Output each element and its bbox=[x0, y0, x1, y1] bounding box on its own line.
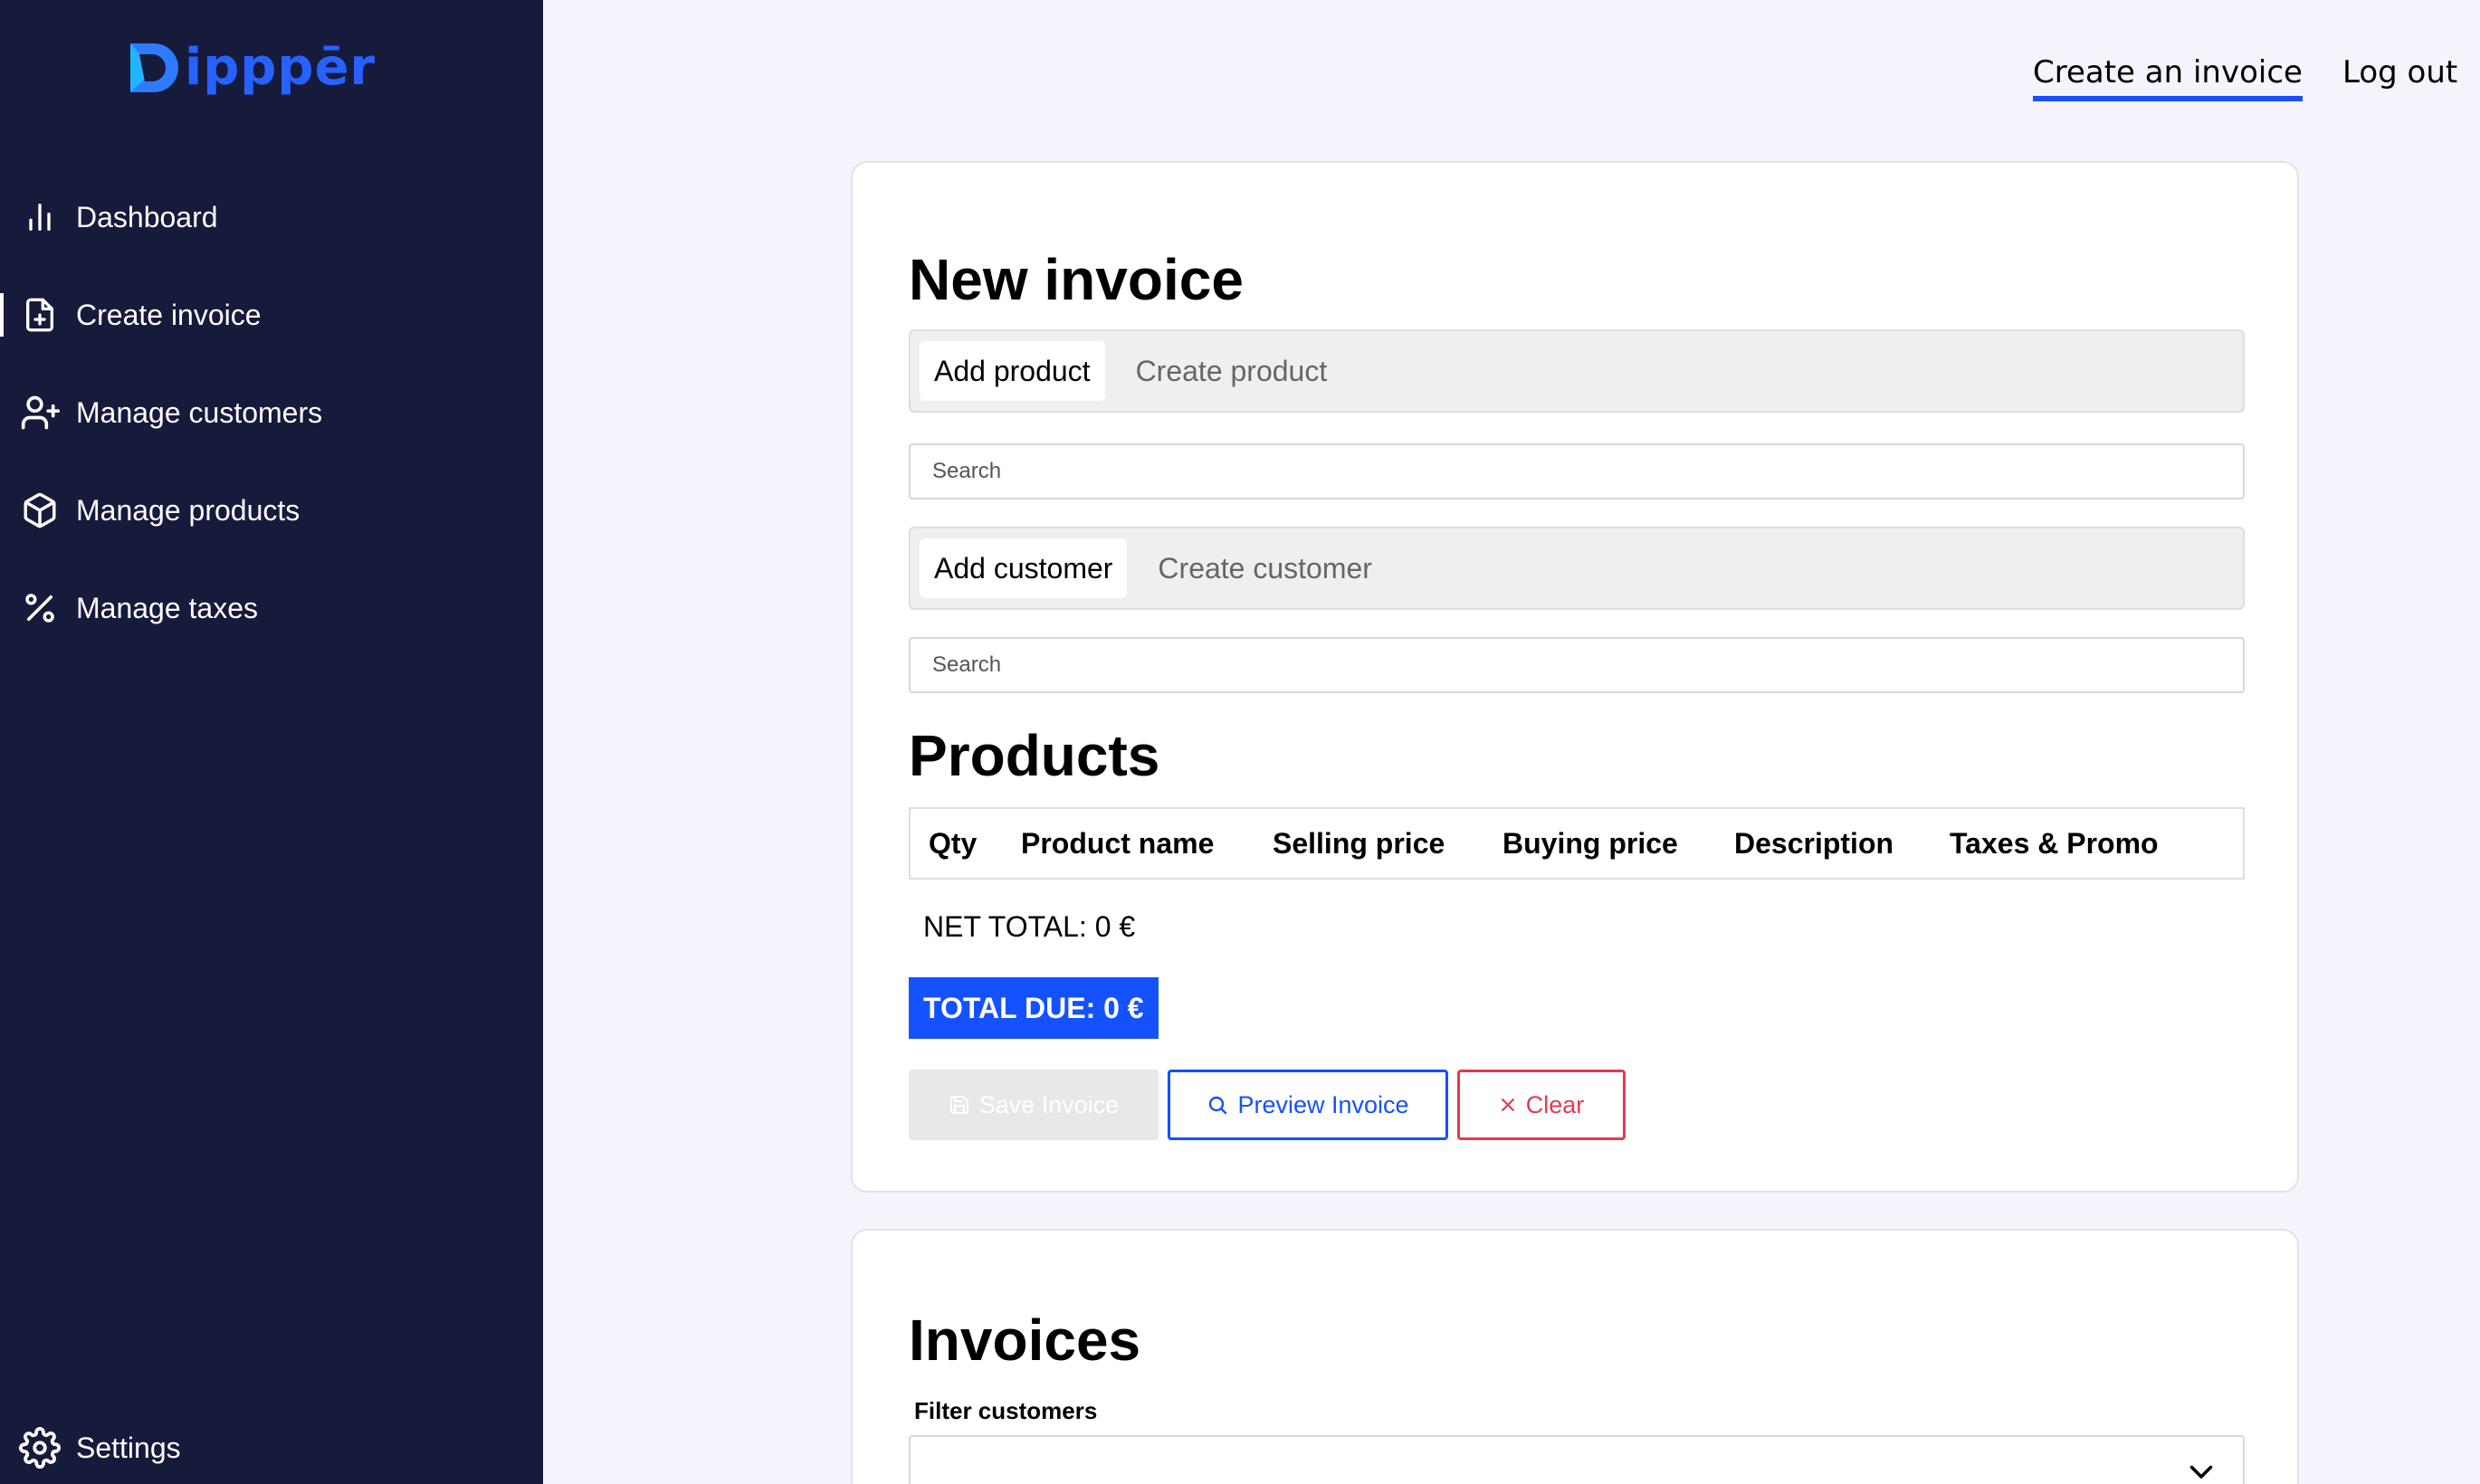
logo-text: ipppēr bbox=[185, 38, 377, 97]
sidebar-item-label: Create invoice bbox=[76, 298, 262, 331]
create-invoice-link[interactable]: Create an invoice bbox=[2033, 54, 2303, 101]
sidebar-nav: Dashboard Create invoice Manage customer… bbox=[0, 168, 543, 657]
tab-add-customer[interactable]: Add customer bbox=[920, 538, 1128, 598]
customer-search-input[interactable] bbox=[909, 637, 2245, 693]
app-logo[interactable]: ipppēr bbox=[127, 40, 376, 96]
sidebar-item-dashboard[interactable]: Dashboard bbox=[0, 168, 543, 266]
sidebar-item-label: Settings bbox=[76, 1431, 181, 1464]
invoices-card: Invoices Filter customers bbox=[851, 1229, 2299, 1484]
sidebar-item-label: Dashboard bbox=[76, 200, 218, 233]
preview-invoice-button[interactable]: Preview Invoice bbox=[1168, 1070, 1448, 1140]
products-table-header: Qty Product name Selling price Buying pr… bbox=[909, 807, 2245, 880]
column-header-selling-price: Selling price bbox=[1273, 826, 1445, 860]
logo-mark-icon bbox=[130, 43, 178, 92]
clear-button[interactable]: Clear bbox=[1457, 1070, 1626, 1140]
customer-tabs: Add customer Create customer bbox=[909, 527, 2245, 610]
filter-customers-select[interactable] bbox=[909, 1435, 2245, 1484]
sidebar-item-manage-taxes[interactable]: Manage taxes bbox=[0, 559, 543, 657]
invoices-title: Invoices bbox=[909, 1308, 1141, 1373]
file-plus-icon bbox=[18, 293, 62, 337]
sidebar-item-label: Manage customers bbox=[76, 395, 323, 429]
page-title: New invoice bbox=[909, 247, 1244, 312]
tab-create-product[interactable]: Create product bbox=[1121, 341, 1342, 401]
product-search-input[interactable] bbox=[909, 443, 2245, 499]
gear-icon bbox=[18, 1426, 62, 1470]
sidebar-item-label: Manage taxes bbox=[76, 591, 259, 624]
sidebar: ipppēr Dashboard Create invoice Manage c… bbox=[0, 0, 543, 1484]
sidebar-item-manage-products[interactable]: Manage products bbox=[0, 461, 543, 559]
save-icon bbox=[949, 1096, 968, 1114]
chevron-down-icon bbox=[2189, 1465, 2213, 1479]
clear-label: Clear bbox=[1525, 1090, 1585, 1118]
close-icon bbox=[1501, 1099, 1514, 1111]
sidebar-settings-wrap: Settings bbox=[0, 1401, 543, 1484]
products-title: Products bbox=[909, 723, 1160, 788]
column-header-product-name: Product name bbox=[1021, 826, 1215, 860]
new-invoice-card: New invoice Add product Create product A… bbox=[851, 161, 2299, 1193]
product-tabs: Add product Create product bbox=[909, 329, 2245, 413]
box-icon bbox=[18, 489, 62, 532]
sidebar-item-manage-customers[interactable]: Manage customers bbox=[0, 364, 543, 461]
save-invoice-label: Save Invoice bbox=[978, 1090, 1120, 1118]
sidebar-item-create-invoice[interactable]: Create invoice bbox=[0, 266, 543, 364]
filter-customers-label: Filter customers bbox=[914, 1397, 1098, 1424]
preview-invoice-label: Preview Invoice bbox=[1237, 1090, 1409, 1118]
column-header-qty: Qty bbox=[929, 826, 978, 860]
sidebar-item-settings[interactable]: Settings bbox=[0, 1401, 543, 1484]
total-due-badge: TOTAL DUE: 0 € bbox=[909, 977, 1159, 1039]
column-header-buying-price: Buying price bbox=[1502, 826, 1678, 860]
bar-chart-icon bbox=[18, 195, 62, 239]
save-invoice-button[interactable]: Save Invoice bbox=[909, 1070, 1159, 1140]
column-header-taxes-promo: Taxes & Promo bbox=[1950, 826, 2159, 860]
user-plus-icon bbox=[18, 391, 62, 434]
tab-create-customer[interactable]: Create customer bbox=[1143, 538, 1387, 598]
sidebar-item-label: Manage products bbox=[76, 493, 300, 527]
logout-link[interactable]: Log out bbox=[2342, 54, 2457, 90]
column-header-description: Description bbox=[1734, 826, 1894, 860]
tab-add-product[interactable]: Add product bbox=[920, 341, 1105, 401]
net-total: NET TOTAL: 0 € bbox=[923, 910, 1136, 943]
percent-icon bbox=[18, 586, 62, 630]
search-icon bbox=[1209, 1096, 1227, 1115]
